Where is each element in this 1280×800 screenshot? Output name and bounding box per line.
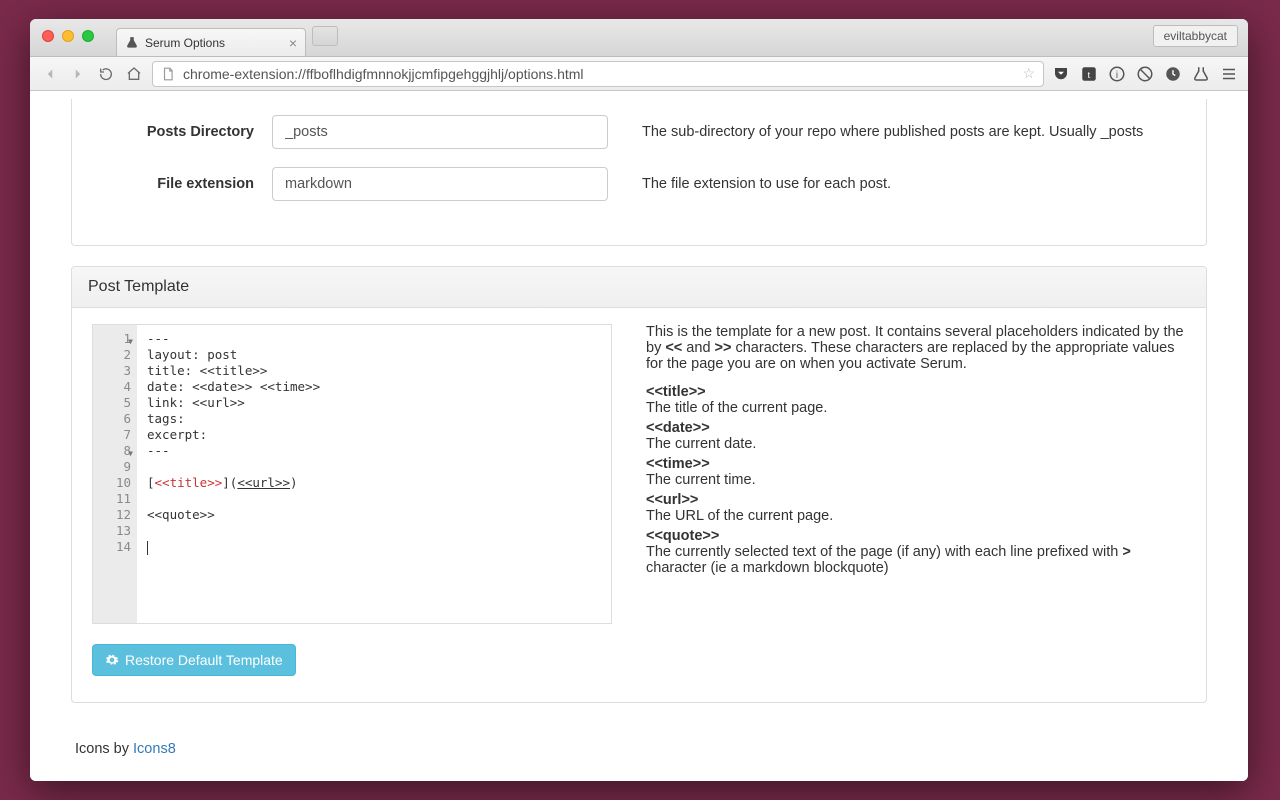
svg-text:i: i <box>1116 69 1118 80</box>
flask-icon[interactable] <box>1192 65 1210 83</box>
info-icon[interactable]: i <box>1108 65 1126 83</box>
browser-toolbar: chrome-extension://ffboflhdigfmnnokjjcmf… <box>30 57 1248 91</box>
pocket-icon[interactable] <box>1052 65 1070 83</box>
posts-dir-input[interactable] <box>272 115 608 149</box>
settings-panel: Posts Directory The sub-directory of you… <box>71 99 1207 246</box>
zoom-window-button[interactable] <box>82 30 94 42</box>
new-tab-button[interactable] <box>312 26 338 46</box>
forward-button[interactable] <box>68 64 88 84</box>
tab-close-icon[interactable]: × <box>289 36 297 50</box>
address-bar[interactable]: chrome-extension://ffboflhdigfmnnokjjcmf… <box>152 61 1044 87</box>
restore-default-button[interactable]: Restore Default Template <box>92 644 296 676</box>
svg-text:t: t <box>1088 69 1091 80</box>
bookmark-star-icon[interactable]: ☆ <box>1022 65 1035 82</box>
template-editor[interactable]: 1▼2345678▼91011121314 ---layout: posttit… <box>92 324 612 624</box>
footer: Icons by Icons8 <box>75 741 1207 757</box>
extension-icons: t i <box>1052 65 1238 83</box>
post-template-panel: Post Template 1▼2345678▼91011121314 ---l… <box>71 266 1207 703</box>
editor-gutter: 1▼2345678▼91011121314 <box>93 325 137 623</box>
menu-icon[interactable] <box>1220 65 1238 83</box>
posts-dir-label: Posts Directory <box>92 124 272 140</box>
back-button[interactable] <box>40 64 60 84</box>
reload-button[interactable] <box>96 64 116 84</box>
editor-code[interactable]: ---layout: posttitle: <<title>>date: <<d… <box>137 325 611 623</box>
browser-window: Serum Options × eviltabbycat chrome-exte… <box>30 19 1248 781</box>
block-icon[interactable] <box>1136 65 1154 83</box>
file-ext-help: The file extension to use for each post. <box>642 176 1186 192</box>
clock-icon[interactable] <box>1164 65 1182 83</box>
posts-dir-help: The sub-directory of your repo where pub… <box>642 124 1186 140</box>
tab-title: Serum Options <box>145 36 225 50</box>
tumblr-icon[interactable]: t <box>1080 65 1098 83</box>
icons8-link[interactable]: Icons8 <box>133 741 176 757</box>
browser-tab[interactable]: Serum Options × <box>116 28 306 56</box>
url-text: chrome-extension://ffboflhdigfmnnokjjcmf… <box>183 66 1014 82</box>
file-ext-label: File extension <box>92 176 272 192</box>
home-button[interactable] <box>124 64 144 84</box>
window-titlebar: Serum Options × eviltabbycat <box>30 19 1248 57</box>
template-help: This is the template for a new post. It … <box>646 324 1186 624</box>
file-ext-input[interactable] <box>272 167 608 201</box>
gear-icon <box>105 653 119 667</box>
page-content: Posts Directory The sub-directory of you… <box>30 91 1248 781</box>
file-ext-row: File extension The file extension to use… <box>92 167 1186 201</box>
close-window-button[interactable] <box>42 30 54 42</box>
page-icon <box>161 67 175 81</box>
minimize-window-button[interactable] <box>62 30 74 42</box>
traffic-lights <box>42 30 94 42</box>
post-template-heading: Post Template <box>72 267 1206 308</box>
posts-dir-row: Posts Directory The sub-directory of you… <box>92 115 1186 149</box>
favicon-flask-icon <box>125 36 139 50</box>
profile-badge[interactable]: eviltabbycat <box>1153 25 1238 47</box>
